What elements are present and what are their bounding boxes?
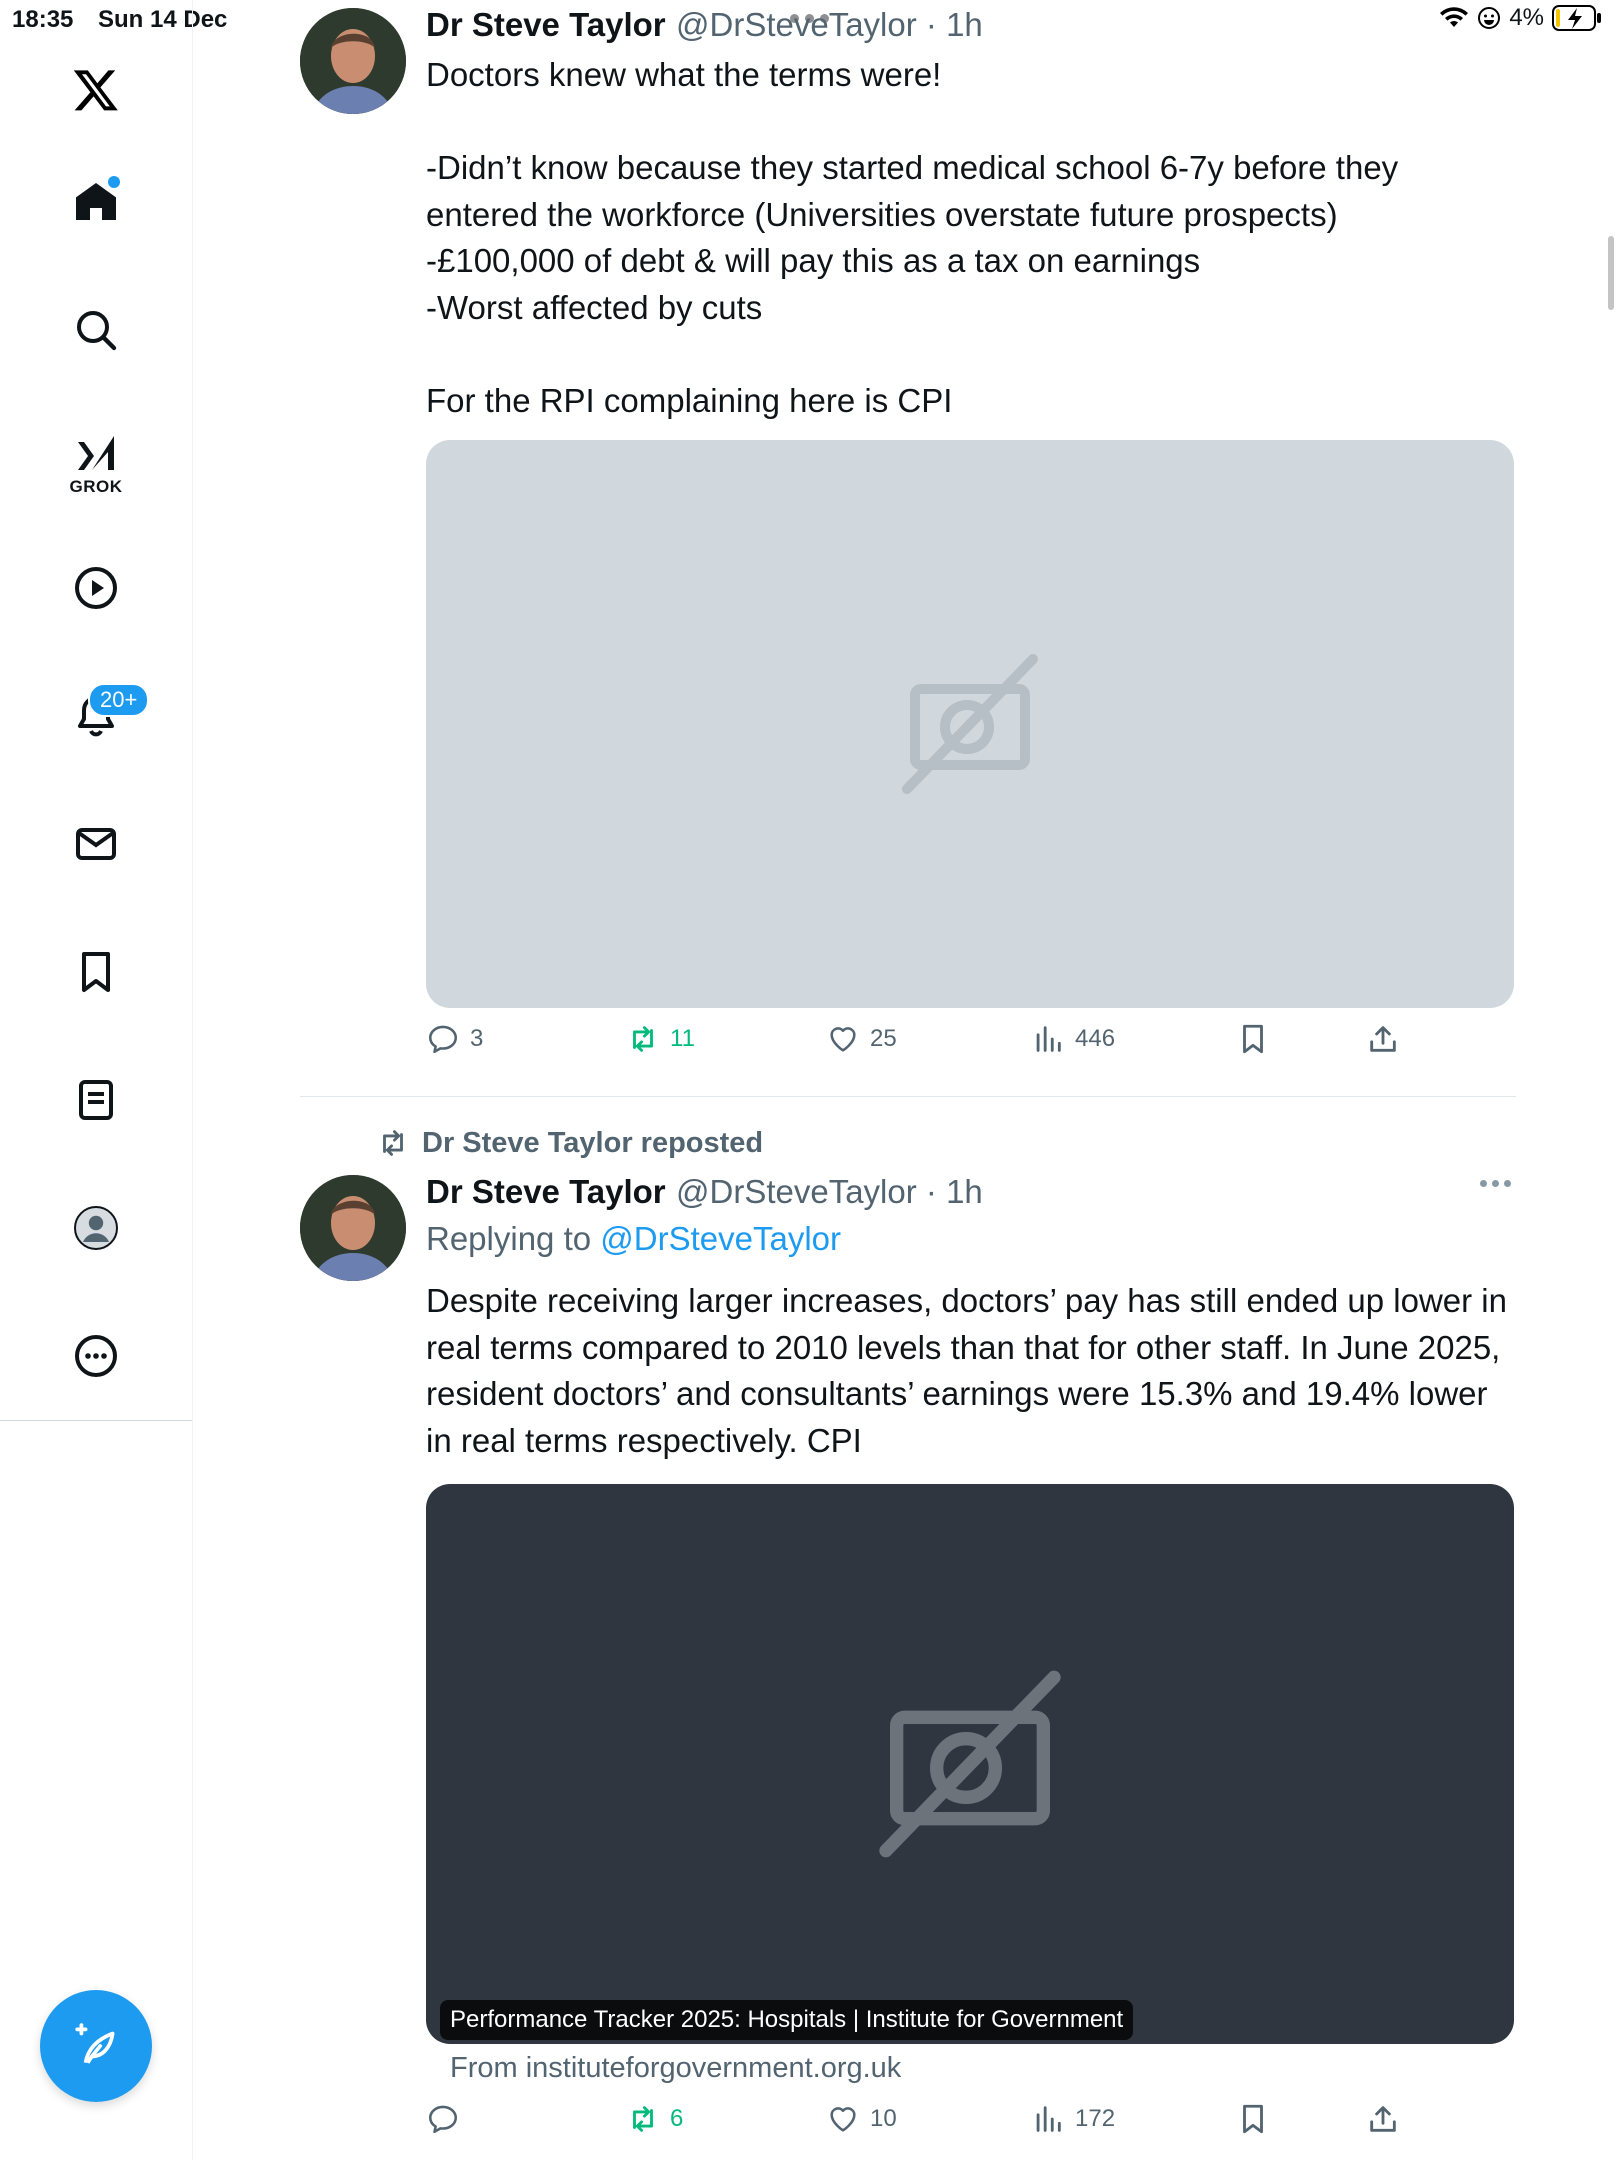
reply-count: 3 [470, 1025, 484, 1052]
envelope-icon [76, 828, 116, 860]
x-logo-icon [73, 70, 118, 111]
reply-icon [428, 1025, 458, 1054]
sidebar-divider [0, 1420, 192, 1421]
replying-to: Replying to @DrSteveTaylor [426, 1220, 841, 1258]
x-logo[interactable] [56, 50, 136, 130]
repost-button[interactable]: 11 [626, 1022, 695, 1056]
tweet-media[interactable] [426, 440, 1514, 1008]
repost-icon [383, 1130, 403, 1156]
like-button[interactable]: 25 [826, 1022, 897, 1056]
like-count: 10 [870, 2105, 897, 2132]
tweet-time: 1h [946, 1173, 983, 1210]
link-card-media[interactable] [426, 1484, 1514, 2044]
views-chart-icon [1036, 2106, 1061, 2132]
link-card-source[interactable]: From instituteforgovernment.org.uk [450, 2052, 901, 2085]
repost-count: 11 [670, 1025, 695, 1052]
author-handle[interactable]: @DrSteveTaylor · 1h [676, 6, 983, 44]
repost-button[interactable]: 6 [626, 2102, 683, 2136]
play-circle-icon [75, 567, 117, 609]
share-button[interactable] [1366, 1022, 1400, 1056]
nav-profile[interactable] [56, 1188, 136, 1268]
tweet-divider [300, 1096, 1516, 1097]
nav-lists[interactable] [56, 1060, 136, 1140]
like-count: 25 [870, 1025, 897, 1052]
views-count: 446 [1075, 1025, 1116, 1052]
views-count: 172 [1075, 2105, 1116, 2132]
more-options-button[interactable] [1480, 1180, 1511, 1187]
scrollbar[interactable] [1608, 236, 1614, 310]
share-icon [1370, 2106, 1396, 2132]
bookmark-button[interactable] [1236, 2102, 1270, 2136]
share-icon [1370, 1026, 1396, 1052]
nav-messages[interactable] [56, 804, 136, 884]
bookmark-icon [1243, 2104, 1263, 2134]
image-unavailable-icon [879, 1670, 1061, 1858]
heart-icon [830, 1027, 856, 1052]
grok-icon [78, 436, 114, 470]
replying-prefix: Replying to [426, 1220, 592, 1257]
meta-separator: · [916, 1173, 947, 1210]
avatar[interactable] [300, 1175, 406, 1281]
repost-label[interactable]: Dr Steve Taylor reposted [422, 1127, 763, 1160]
link-card-title[interactable]: Performance Tracker 2025: Hospitals | In… [440, 2000, 1134, 2040]
share-button[interactable] [1366, 2102, 1400, 2136]
compose-feather-icon [75, 2023, 115, 2064]
nav-home[interactable] [56, 162, 136, 242]
grok-label: GROK [69, 477, 123, 496]
reply-icon [428, 2105, 458, 2134]
tweet-text: Doctors knew what the terms were! -Didn’… [426, 56, 1399, 419]
profile-avatar-icon [74, 1206, 118, 1250]
tweet-actions: 3 11 25 446 [426, 1022, 1526, 1070]
tweet-text: Despite receiving larger increases, doct… [426, 1282, 1517, 1459]
focus-icon [1478, 7, 1501, 29]
replying-to-link[interactable]: @DrSteveTaylor [600, 1220, 841, 1257]
home-unread-dot [108, 176, 120, 188]
image-unavailable-icon [902, 654, 1038, 794]
avatar-photo-icon [300, 1175, 406, 1281]
avatar-photo-icon [300, 8, 406, 114]
nav-videos[interactable] [56, 548, 136, 628]
author-name[interactable]: Dr Steve Taylor [426, 1173, 666, 1211]
wifi-icon [1440, 7, 1469, 27]
nav-more[interactable] [56, 1316, 136, 1396]
bookmark-icon [82, 952, 110, 992]
like-button[interactable]: 10 [826, 2102, 897, 2136]
battery-charging-icon [1552, 5, 1601, 31]
author-name[interactable]: Dr Steve Taylor [426, 6, 666, 44]
tweet-time: 1h [946, 6, 983, 43]
battery-percent: 4% [1509, 4, 1544, 31]
tweet-actions: 6 10 172 [426, 2102, 1526, 2150]
bookmark-button[interactable] [1236, 1022, 1270, 1056]
search-icon [77, 311, 117, 351]
bookmark-icon [1243, 1024, 1263, 1054]
author-handle-text: @DrSteveTaylor [676, 6, 917, 43]
meta-separator: · [916, 6, 947, 43]
compose-button[interactable] [40, 1990, 152, 2102]
repost-icon [633, 1026, 653, 1052]
nav-search[interactable] [56, 290, 136, 370]
list-document-icon [79, 1080, 113, 1120]
views-button[interactable]: 172 [1031, 2102, 1115, 2136]
reply-button[interactable]: 3 [426, 1022, 483, 1056]
repost-icon [633, 2106, 653, 2132]
heart-icon [830, 2107, 856, 2132]
views-chart-icon [1036, 1026, 1061, 1052]
more-circle-icon [75, 1335, 117, 1377]
avatar[interactable] [300, 8, 406, 114]
notifications-badge: 20+ [88, 683, 150, 717]
views-button[interactable]: 446 [1031, 1022, 1115, 1056]
author-handle[interactable]: @DrSteveTaylor · 1h [676, 1173, 983, 1211]
repost-count: 6 [670, 2105, 684, 2132]
nav-bookmarks[interactable] [56, 932, 136, 1012]
repost-header: Dr Steve Taylor reposted [376, 1126, 763, 1160]
reply-button[interactable] [426, 2102, 470, 2136]
author-handle-text: @DrSteveTaylor [676, 1173, 917, 1210]
sidebar: GROK 20+ [0, 0, 193, 2160]
status-right: 4% [1439, 4, 1602, 32]
